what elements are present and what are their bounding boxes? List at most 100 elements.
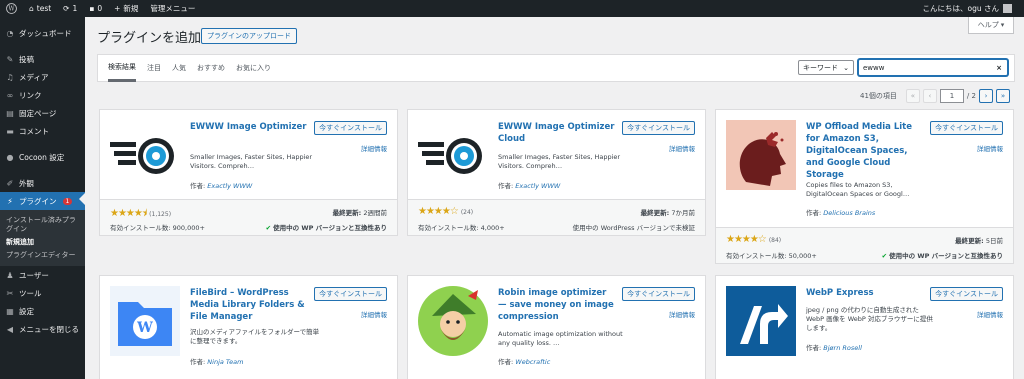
svg-text:W: W [8,6,15,13]
sidebar-item-label: ユーザー [19,270,49,280]
total-pages: / 2 [966,92,976,100]
more-details-link[interactable]: 詳細情報 [669,309,695,319]
install-now-button[interactable]: 今すぐインストール [930,121,1003,135]
user-icon: ♟ [6,270,14,280]
author-link[interactable]: Bjørn Rosell [823,344,862,352]
site-name-link[interactable]: ⌂ test [23,0,57,17]
comments-link[interactable]: ▪ 0 [83,0,108,17]
more-details-link[interactable]: 詳細情報 [361,143,387,153]
robin-hood-logo-icon[interactable] [418,286,488,356]
new-content-link[interactable]: + 新規 [108,0,144,17]
site-name: test [36,4,52,13]
clear-search-icon[interactable]: × [996,64,1002,72]
sidebar-item-appearance[interactable]: ✐ 外観 [0,174,85,192]
ewww-logo-icon[interactable] [110,120,180,190]
author-prefix: 作者: [498,182,514,190]
plugin-card: Robin image optimizer — save money on im… [407,275,706,379]
more-details-link[interactable]: 詳細情報 [977,143,1003,153]
chevron-down-icon: ▾ [1000,21,1005,29]
current-page-input[interactable]: 1 [939,89,964,103]
plugin-author: 作者: Bjørn Rosell [806,342,862,352]
sidebar-item-pages[interactable]: ▤ 固定ページ [0,104,85,122]
plugin-card: WebP Express 今すぐインストール 詳細情報 jpeg / png の… [715,275,1014,379]
tab-featured[interactable]: 注目 [147,54,161,82]
sidebar-item-media[interactable]: ♫ メディア [0,68,85,86]
plugin-description: Copies files to Amazon S3, DigitalOcean … [806,181,910,198]
sidebar-item-collapse[interactable]: ◀ メニューを閉じる [0,320,85,338]
search-input[interactable]: ewww × [858,59,1008,76]
author-link[interactable]: Exactly WWW [515,182,560,190]
wp-offload-media-logo-icon[interactable] [726,120,796,190]
compatibility: ✔ 使用中の WP バージョンと互換性あり [882,250,1003,260]
updates-link[interactable]: ⟳ 1 [57,0,83,17]
search-type-select[interactable]: キーワード ⌄ [798,60,854,75]
last-page-button[interactable]: » [995,89,1010,103]
install-now-button[interactable]: 今すぐインストール [314,121,387,135]
prev-page-button[interactable]: ‹ [922,89,937,103]
author-link[interactable]: Delicious Brains [823,209,875,217]
help-tab[interactable]: ヘルプ ▾ [968,17,1014,34]
sidebar-item-comments[interactable]: ▬ コメント [0,122,85,140]
comment-icon: ▬ [6,126,14,136]
sidebar-item-label: メニューを閉じる [19,324,79,334]
ewww-cloud-logo-icon[interactable] [418,120,488,190]
webp-express-logo-icon[interactable] [726,286,796,356]
tab-search-results[interactable]: 検索結果 [108,54,136,82]
tab-favorites[interactable]: お気に入り [236,54,271,82]
admin-menu-link[interactable]: 管理メニュー [144,0,201,17]
sidebar-item-plugins[interactable]: ⚡ プラグイン 1 [0,192,85,210]
install-now-button[interactable]: 今すぐインストール [930,287,1003,301]
search-input-value: ewww [863,63,885,72]
tab-recommended[interactable]: おすすめ [197,54,225,82]
author-link[interactable]: Webcraftic [515,358,550,366]
filebird-folder-icon[interactable]: W [110,286,180,356]
install-now-button[interactable]: 今すぐインストール [622,121,695,135]
plugin-name-link[interactable]: EWWW Image Optimizer [190,121,308,133]
sidebar-item-links[interactable]: ∞ リンク [0,86,85,104]
plugin-card: EWWW Image Optimizer Cloud 今すぐインストール 詳細情… [407,109,706,236]
install-now-button[interactable]: 今すぐインストール [314,287,387,301]
more-details-link[interactable]: 詳細情報 [977,309,1003,319]
plugin-name-link[interactable]: EWWW Image Optimizer Cloud [498,121,616,145]
sidebar-item-cocoon[interactable]: ● Cocoon 設定 [0,148,85,166]
submenu-add-new[interactable]: 新規追加 [0,236,85,249]
sidebar-item-posts[interactable]: ✎ 投稿 [0,50,85,68]
sidebar-item-settings[interactable]: ▦ 設定 [0,302,85,320]
update-badge: 1 [62,197,73,205]
plugin-card: EWWW Image Optimizer 今すぐインストール 詳細情報 Smal… [99,109,398,236]
submenu-installed-plugins[interactable]: インストール済みプラグイン [0,214,85,236]
plugin-name-link[interactable]: WP Offload Media Lite for Amazon S3, Dig… [806,121,926,181]
tab-popular[interactable]: 人気 [172,54,186,82]
plugin-description: 沢山のメディアファイルをフォルダーで簡単に整理できます。 [190,328,320,345]
active-installs: 有効インストール数: 50,000+ [726,250,817,260]
my-account[interactable]: こんにちは、ogu さん [923,3,1024,14]
next-page-button[interactable]: › [978,89,993,103]
wordpress-logo-icon[interactable]: W [0,0,23,17]
plugin-description: jpeg / png の代わりに自動生成された WebP 画像を WebP 対応… [806,306,933,332]
plugin-name-link[interactable]: WebP Express [806,287,924,299]
star-rating: ★★★★⯨ (1,125) [110,206,171,223]
sidebar-item-users[interactable]: ♟ ユーザー [0,266,85,284]
first-page-button[interactable]: « [905,89,920,103]
updates-count: 1 [72,4,78,13]
collapse-icon: ◀ [6,324,14,334]
sidebar-item-dashboard[interactable]: ◔ ダッシュボード [0,24,85,42]
rating-count: (1,125) [149,211,172,218]
sidebar-item-tools[interactable]: ✂ ツール [0,284,85,302]
more-details-link[interactable]: 詳細情報 [361,309,387,319]
more-details-link[interactable]: 詳細情報 [669,143,695,153]
submenu-plugin-editor[interactable]: プラグインエディター [0,249,85,262]
plugin-name-link[interactable]: Robin image optimizer — save money on im… [498,287,616,323]
sidebar-item-label: リンク [19,90,42,100]
author-link[interactable]: Exactly WWW [207,182,252,190]
author-link[interactable]: Ninja Team [207,358,243,366]
install-now-button[interactable]: 今すぐインストール [622,287,695,301]
installs-label: 有効インストール数: [418,224,479,232]
installs-value: 50,000+ [788,252,817,260]
chevron-down-icon: ⌄ [843,63,849,72]
cocoon-icon: ● [6,152,14,162]
sidebar-item-label: 投稿 [19,54,34,64]
plugin-name-link[interactable]: FileBird – WordPress Media Library Folde… [190,287,308,323]
last-updated-label: 最終更新: [332,209,362,217]
upload-plugin-button[interactable]: プラグインのアップロード [201,28,297,44]
